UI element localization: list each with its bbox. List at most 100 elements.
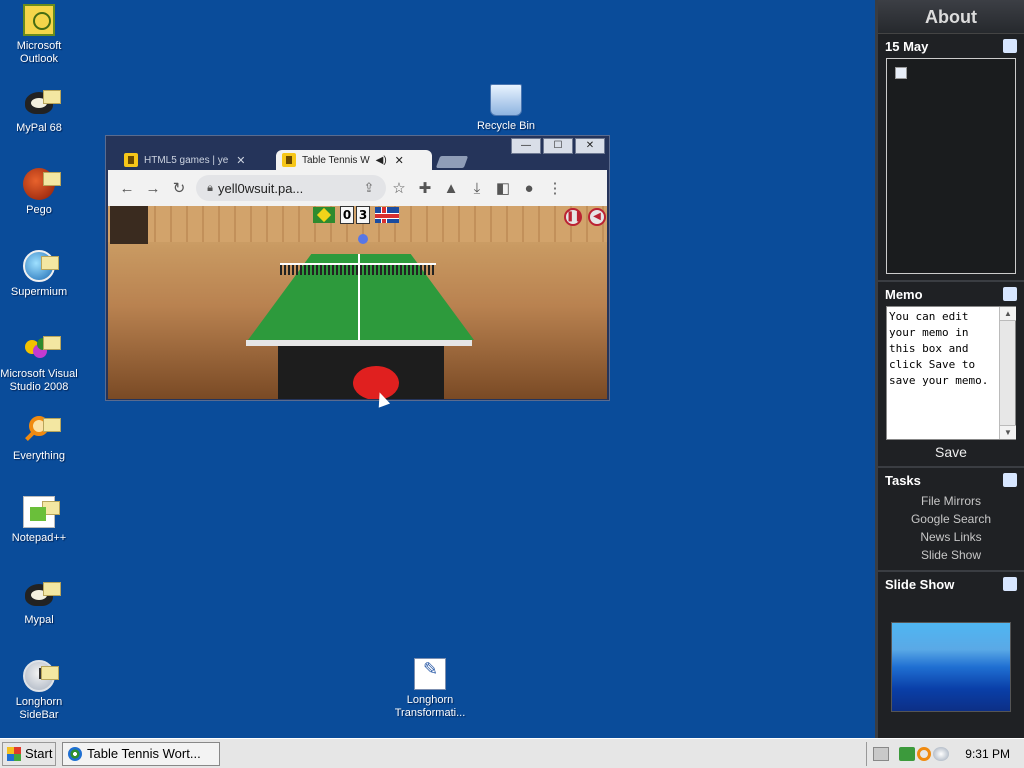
scroll-up-icon[interactable]: ▲: [1000, 307, 1016, 321]
desktop-icon-longhorn-sidebar[interactable]: Longhorn SideBar: [0, 660, 78, 722]
browser-toolbar: ← → ↻ 🔒︎ yell0wsuit.pa... ⇪ ☆ ✚ ▲ ⤓ ◧ ● …: [108, 170, 607, 206]
task-google-search[interactable]: Google Search: [878, 510, 1024, 528]
tasks-header: Tasks: [878, 468, 1024, 492]
share-icon[interactable]: ⇪: [358, 180, 380, 196]
icon-label: Notepad++: [11, 532, 67, 544]
slideshow-icon[interactable]: [1003, 577, 1017, 591]
icon-label: MyPal 68: [16, 122, 62, 134]
system-tray: 9:31 PM: [866, 742, 1024, 766]
new-tab-button[interactable]: [435, 156, 469, 168]
mute-icon[interactable]: ◀: [588, 208, 606, 226]
brazil-flag-icon: [313, 207, 335, 223]
notes-icon[interactable]: [1003, 287, 1017, 301]
start-label: Start: [25, 746, 53, 761]
mypal-icon: [23, 86, 61, 118]
desktop-icon-mypal[interactable]: Mypal: [0, 578, 78, 627]
side-panel-icon[interactable]: ◧: [490, 179, 516, 197]
calendar-tile[interactable]: [886, 58, 1016, 274]
browser-window[interactable]: — ☐ ✕ HTML5 games | ye ✕ Table Tennis W …: [105, 135, 610, 401]
tab-label: Table Tennis W: [302, 154, 370, 166]
longhorn-sidebar: About 15 May Memo You can edit your memo…: [875, 0, 1024, 738]
globe-icon[interactable]: [1003, 39, 1017, 53]
windows-logo-icon: [7, 746, 21, 761]
sidebar-tray-icon[interactable]: [933, 747, 949, 761]
pego-icon: [23, 168, 61, 200]
gym-door: [110, 206, 148, 244]
memo-textarea[interactable]: You can edit your memo in this box and c…: [887, 307, 995, 439]
menu-kebab-icon[interactable]: ⋮: [542, 179, 568, 197]
tab-close-icon[interactable]: ✕: [395, 154, 404, 167]
pause-icon[interactable]: ❚❚: [564, 208, 583, 226]
ping-pong-ball: [358, 234, 368, 244]
address-bar[interactable]: 🔒︎ yell0wsuit.pa... ⇪: [196, 175, 386, 201]
clock[interactable]: 9:31 PM: [965, 747, 1010, 761]
icon-label: Pego: [26, 204, 52, 216]
everything-tray-icon[interactable]: [917, 747, 931, 761]
memo-box: You can edit your memo in this box and c…: [886, 306, 1016, 440]
forward-arrow-icon[interactable]: →: [140, 180, 166, 197]
task-file-mirrors[interactable]: File Mirrors: [878, 492, 1024, 510]
icon-label: Everything: [13, 450, 65, 462]
desktop-icon-microsoft-outlook[interactable]: Microsoft Outlook: [0, 4, 78, 66]
lock-icon[interactable]: 🔒︎: [202, 182, 218, 195]
taskbar-button-table-tennis[interactable]: Table Tennis Wort...: [62, 741, 220, 766]
desktop-icon-visual-studio-2008[interactable]: Microsoft Visual Studio 2008: [0, 332, 78, 394]
browser-app-icon: [68, 746, 82, 761]
start-button[interactable]: Start: [2, 741, 56, 766]
scoreboard: 0 3: [313, 206, 399, 224]
desktop-icon-pego[interactable]: Pego: [0, 168, 78, 217]
back-arrow-icon[interactable]: ←: [114, 180, 140, 197]
task-news-links[interactable]: News Links: [878, 528, 1024, 546]
bookmark-star-icon[interactable]: ☆: [386, 179, 412, 197]
notepad-plus-plus-icon: [23, 496, 60, 528]
outlook-icon: [23, 4, 55, 36]
tab-bar: HTML5 games | ye ✕ Table Tennis W ◀) ✕: [108, 148, 607, 170]
icon-label: Longhorn Transformati...: [394, 694, 466, 719]
date-label: 15 May: [885, 38, 929, 54]
score-right: 3: [356, 206, 370, 224]
score-left: 0: [340, 206, 354, 224]
picture-placeholder-icon: [895, 67, 907, 79]
transformation-pack-icon: [414, 658, 446, 690]
desktop-icon-mypal-68[interactable]: MyPal 68: [0, 86, 78, 135]
supermium-icon: [23, 250, 59, 282]
url-text: yell0wsuit.pa...: [218, 180, 304, 196]
reload-icon[interactable]: ↻: [166, 179, 192, 197]
icon-label: Mypal: [24, 614, 54, 626]
tab-close-icon[interactable]: ✕: [236, 154, 245, 167]
tab-table-tennis[interactable]: Table Tennis W ◀) ✕: [276, 150, 432, 170]
scroll-down-icon[interactable]: ▼: [1000, 425, 1016, 439]
desktop-icon-longhorn-transformation[interactable]: Longhorn Transformati...: [390, 658, 470, 720]
desktop-icon-supermium[interactable]: Supermium: [0, 250, 78, 299]
keyboard-icon[interactable]: [873, 747, 889, 761]
slideshow-image[interactable]: [891, 622, 1011, 712]
sidebar-title[interactable]: About: [878, 0, 1024, 34]
desktop-icon-everything[interactable]: Everything: [0, 414, 78, 463]
clock-icon: [23, 660, 59, 692]
game-viewport[interactable]: 0 3 ❚❚ ◀: [108, 206, 607, 399]
mypal-icon: [23, 578, 61, 610]
memo-title: Memo: [885, 286, 923, 302]
save-button[interactable]: Save: [878, 444, 1024, 460]
desktop-icon-notepad-plus-plus[interactable]: Notepad++: [0, 496, 78, 545]
iceland-flag-icon: [375, 207, 399, 223]
tab-label: HTML5 games | ye: [144, 154, 229, 166]
memo-scrollbar[interactable]: ▲ ▼: [999, 307, 1016, 439]
tasks-icon[interactable]: [1003, 473, 1017, 487]
table-net: [280, 263, 436, 275]
desktop-icon-recycle-bin[interactable]: Recycle Bin: [467, 84, 545, 133]
network-icon[interactable]: [899, 747, 915, 761]
speaker-icon[interactable]: ◀): [376, 155, 387, 166]
slideshow-title: Slide Show: [885, 576, 955, 592]
slideshow-header: Slide Show: [878, 572, 1024, 596]
labs-flask-icon[interactable]: ▲: [438, 180, 464, 197]
profile-icon[interactable]: ●: [516, 180, 542, 197]
task-slide-show[interactable]: Slide Show: [878, 546, 1024, 564]
download-icon[interactable]: ⤓: [464, 180, 490, 197]
tab-html5-games[interactable]: HTML5 games | ye ✕: [118, 150, 268, 170]
site-favicon-icon: [124, 153, 138, 167]
visual-studio-icon: [23, 332, 61, 364]
taskbar: Start Table Tennis Wort... 9:31 PM: [0, 738, 1024, 768]
recycle-bin-icon: [490, 84, 522, 116]
extensions-puzzle-icon[interactable]: ✚: [412, 179, 438, 197]
